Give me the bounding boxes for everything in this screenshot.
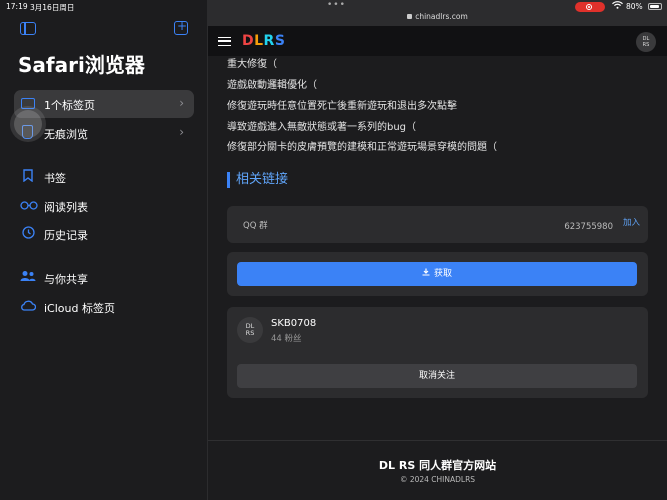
screen: 17:19 3月16日周日 ••• 80% Safari浏览器 1个标签页 › … [0, 0, 667, 500]
changelog-line: 重大修復（ [227, 59, 277, 70]
changelog-line: 修復部分關卡的皮膚預覽的建模和正常遊玩場景穿模的問題（ [227, 142, 497, 153]
logo-letter: L [254, 33, 264, 49]
touch-indicator [14, 110, 42, 138]
screen-recording-indicator[interactable] [575, 2, 605, 12]
wifi-icon [612, 1, 623, 11]
logo-letter: D [242, 33, 255, 49]
status-time: 17:19 [6, 2, 28, 11]
footer-title: DL RS 同人群官方网站 [378, 459, 497, 472]
download-icon [422, 262, 430, 286]
changelog-line: 導致遊戲進入無敵狀態或著一系列的bug（ [227, 122, 417, 133]
status-bar: 17:19 3月16日周日 ••• 80% [0, 0, 667, 14]
sidebar-item-label: 阅读列表 [44, 201, 88, 214]
sidebar-item-label: 书签 [44, 172, 66, 185]
sidebar-item-reading-list[interactable]: 阅读列表 [14, 192, 194, 220]
menu-icon[interactable] [218, 37, 231, 46]
avatar-text: RS [642, 42, 650, 48]
unfollow-button[interactable]: 取消关注 [237, 364, 637, 388]
sidebar-title: Safari浏览器 [18, 53, 145, 77]
sidebar-item-tabs[interactable]: 1个标签页 › [14, 90, 194, 118]
cloud-icon [20, 299, 37, 315]
logo-letter: S [274, 33, 286, 49]
author-avatar[interactable]: DL RS [237, 317, 263, 343]
qq-label: QQ 群 [243, 221, 268, 231]
sidebar-item-label: iCloud 标签页 [44, 302, 115, 315]
chevron-right-icon: › [179, 125, 184, 139]
get-button[interactable]: 获取 [237, 262, 637, 286]
changelog-line: 修復遊玩時任意位置死亡後重新遊玩和退出多次點擊 [227, 101, 457, 112]
safari-sidebar: Safari浏览器 1个标签页 › 无痕浏览 › 书签 阅读列表 [0, 0, 208, 500]
section-title: 相关链接 [227, 172, 288, 188]
site-footer: DL RS 同人群官方网站 © 2024 CHINADLRS [208, 440, 667, 500]
sidebar-item-bookmarks[interactable]: 书签 [14, 163, 194, 191]
status-date: 3月16日周日 [30, 3, 75, 12]
avatar-text: RS [245, 329, 255, 337]
sidebar-item-history[interactable]: 历史记录 [14, 220, 194, 248]
author-fans: 44 粉丝 [271, 334, 302, 344]
lock-icon [407, 14, 413, 19]
tabs-icon [21, 98, 35, 109]
page-content: 重大修復（ 遊戲啟動邏輯優化（ 修復遊玩時任意位置死亡後重新遊玩和退出多次點擊 … [208, 56, 667, 440]
sidebar-item-shared[interactable]: 与你共享 [14, 264, 194, 292]
author-name[interactable]: SKB0708 [271, 318, 316, 329]
sidebar-item-label: 无痕浏览 [44, 128, 88, 141]
browser-main: chinadlrs.com DLRS DL RS 重大修復（ 遊戲啟動邏輯優化（… [208, 0, 667, 500]
sidebar-item-label: 历史记录 [44, 229, 88, 242]
people-icon [20, 270, 36, 286]
new-tab-icon[interactable] [174, 19, 188, 35]
battery-percent: 80% [626, 2, 643, 11]
sidebar-toggle-icon[interactable] [20, 22, 36, 35]
multitasking-dots[interactable]: ••• [327, 0, 346, 10]
changelog-line: 遊戲啟動邏輯優化（ [227, 80, 317, 91]
site-header: DLRS DL RS [208, 26, 667, 56]
get-button-label: 获取 [433, 269, 452, 279]
clock-icon [20, 226, 36, 242]
qq-number: 623755980 [564, 222, 613, 232]
sidebar-item-icloud-tabs[interactable]: iCloud 标签页 [14, 293, 194, 321]
battery-icon [648, 3, 662, 10]
bookmark-icon [20, 169, 36, 185]
sidebar-item-label: 1个标签页 [44, 99, 95, 112]
site-logo[interactable]: DLRS [242, 33, 285, 49]
glasses-icon [20, 198, 38, 214]
chevron-right-icon: › [179, 96, 184, 110]
join-link[interactable]: 加入 [623, 216, 640, 228]
logo-letter: R [263, 33, 275, 49]
header-avatar[interactable]: DL RS [636, 32, 656, 52]
sidebar-item-label: 与你共享 [44, 273, 88, 286]
footer-copyright: © 2024 CHINADLRS [399, 475, 476, 484]
download-card: 获取 [227, 252, 648, 296]
record-icon [586, 4, 592, 10]
qq-group-card: QQ 群 623755980 加入 [227, 206, 648, 243]
author-card: DL RS SKB0708 44 粉丝 取消关注 [227, 307, 648, 398]
